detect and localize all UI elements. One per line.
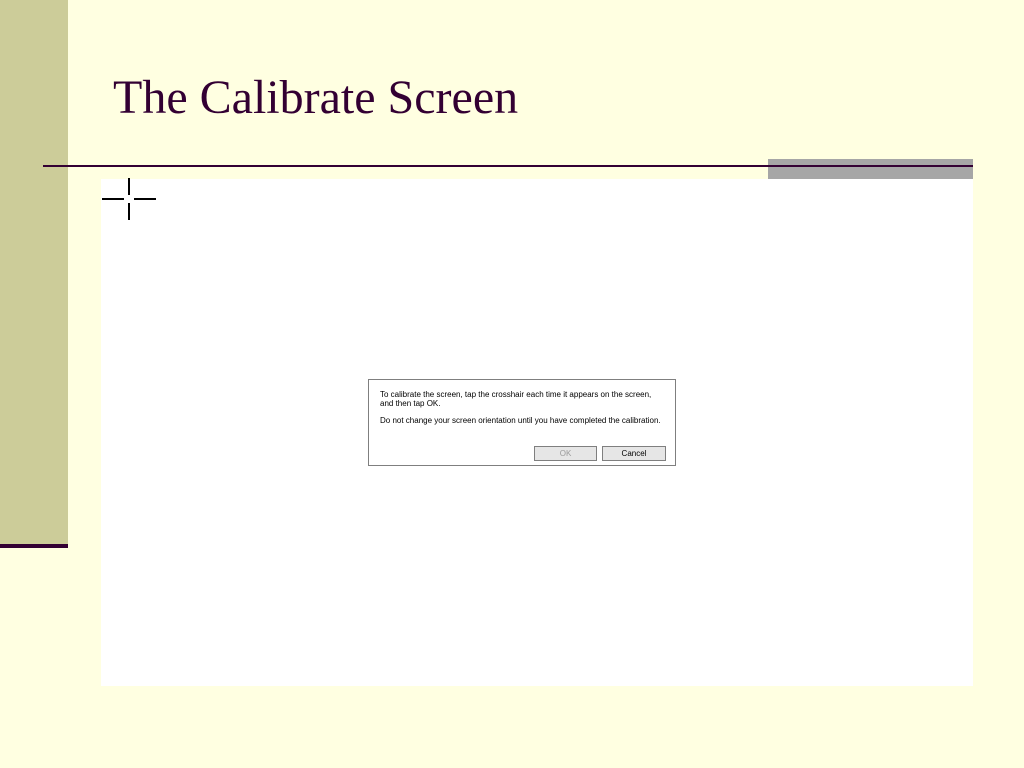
ok-button[interactable]: OK: [534, 446, 597, 461]
divider-accent-block: [768, 159, 973, 179]
slide-title: The Calibrate Screen: [113, 71, 519, 124]
left-accent-bar-underline: [0, 544, 68, 548]
divider-accent-stripe: [768, 165, 973, 167]
dialog-instruction-text: To calibrate the screen, tap the crossha…: [380, 390, 652, 408]
dialog-warning-text: Do not change your screen orientation un…: [380, 416, 661, 425]
cancel-button[interactable]: Cancel: [602, 446, 666, 461]
calibration-dialog: To calibrate the screen, tap the crossha…: [368, 379, 676, 466]
left-accent-bar: [0, 0, 68, 546]
crosshair-center-gap: [124, 195, 134, 203]
crosshair-icon[interactable]: [102, 178, 156, 220]
